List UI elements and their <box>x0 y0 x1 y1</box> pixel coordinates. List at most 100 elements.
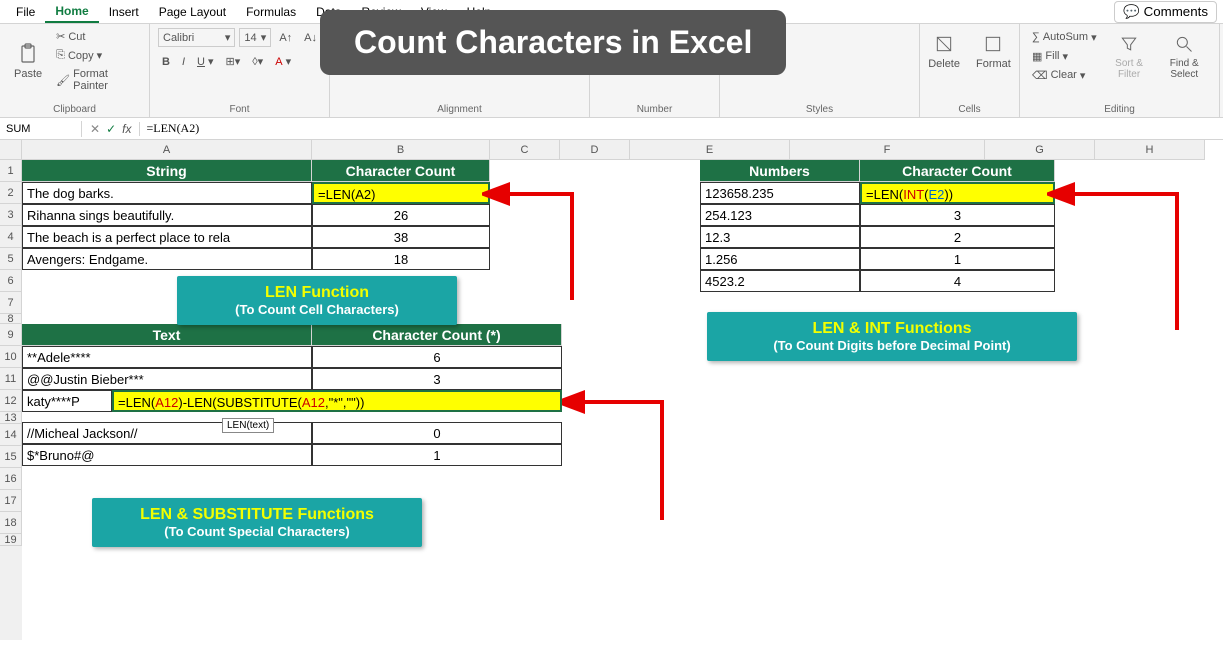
row-header-4[interactable]: 4 <box>0 226 22 248</box>
row-header-5[interactable]: 5 <box>0 248 22 270</box>
cell-B4[interactable]: 38 <box>312 226 490 248</box>
cell-A9[interactable]: Text <box>22 324 312 346</box>
row-header-14[interactable]: 14 <box>0 424 22 446</box>
callout-lensub: LEN & SUBSTITUTE Functions (To Count Spe… <box>92 498 422 547</box>
cell-A12[interactable]: katy****P <box>22 390 112 412</box>
cell-B10[interactable]: 6 <box>312 346 562 368</box>
cell-A11[interactable]: @@Justin Bieber*** <box>22 368 312 390</box>
cell-A5[interactable]: Avengers: Endgame. <box>22 248 312 270</box>
cell-A4[interactable]: The beach is a perfect place to rela <box>22 226 312 248</box>
cell-E1[interactable]: Numbers <box>700 160 860 182</box>
cell-F2[interactable]: =LEN(INT(E2)) <box>860 182 1055 204</box>
cell-F6[interactable]: 4 <box>860 270 1055 292</box>
formula-input[interactable] <box>140 119 1223 138</box>
format-button[interactable]: Format <box>970 28 1017 74</box>
cell-B12[interactable]: =LEN(A12)-LEN(SUBSTITUTE(A12,"*","")) <box>112 390 562 412</box>
copy-button[interactable]: ⎘Copy▾ <box>52 47 141 64</box>
col-header-A[interactable]: A <box>22 140 312 160</box>
cell-A1[interactable]: String <box>22 160 312 182</box>
chevron-down-icon: ▾ <box>1062 50 1068 63</box>
border-button[interactable]: ⊞▾ <box>222 53 245 70</box>
autosum-button[interactable]: ∑AutoSum▾ <box>1028 29 1101 46</box>
row-header-1[interactable]: 1 <box>0 160 22 182</box>
select-all-corner[interactable] <box>0 140 22 160</box>
copy-icon: ⎘ <box>56 49 65 62</box>
row-header-12[interactable]: 12 <box>0 390 22 412</box>
row-header-8[interactable]: 8 <box>0 314 22 324</box>
col-header-F[interactable]: F <box>790 140 985 160</box>
clear-button[interactable]: ⌫Clear▾ <box>1028 67 1101 84</box>
cell-A3[interactable]: Rihanna sings beautifully. <box>22 204 312 226</box>
cell-B1[interactable]: Character Count <box>312 160 490 182</box>
styles-group-label: Styles <box>728 102 911 115</box>
menu-page-layout[interactable]: Page Layout <box>149 2 236 22</box>
font-color-button[interactable]: A▾ <box>271 53 295 70</box>
row-header-9[interactable]: 9 <box>0 324 22 346</box>
col-header-H[interactable]: H <box>1095 140 1205 160</box>
cell-B15[interactable]: 1 <box>312 444 562 466</box>
cell-F5[interactable]: 1 <box>860 248 1055 270</box>
format-icon <box>981 32 1005 56</box>
name-box[interactable]: SUM <box>0 121 82 137</box>
cell-B3[interactable]: 26 <box>312 204 490 226</box>
row-header-15[interactable]: 15 <box>0 446 22 468</box>
col-header-C[interactable]: C <box>490 140 560 160</box>
comments-button[interactable]: 💬 Comments <box>1114 1 1217 23</box>
fill-color-button[interactable]: ◊▾ <box>248 53 267 70</box>
find-select-button[interactable]: Find & Select <box>1157 28 1211 84</box>
format-painter-button[interactable]: 🖌Format Painter <box>52 66 141 94</box>
row-header-7[interactable]: 7 <box>0 292 22 314</box>
cell-E3[interactable]: 254.123 <box>700 204 860 226</box>
cell-F4[interactable]: 2 <box>860 226 1055 248</box>
col-header-B[interactable]: B <box>312 140 490 160</box>
grid-body[interactable]: String Character Count The dog barks. =L… <box>22 160 1205 640</box>
menu-file[interactable]: File <box>6 2 45 22</box>
cell-E6[interactable]: 4523.2 <box>700 270 860 292</box>
cell-B11[interactable]: 3 <box>312 368 562 390</box>
cell-A15[interactable]: $*Bruno#@ <box>22 444 312 466</box>
fill-button[interactable]: ▦Fill▾ <box>1028 48 1101 65</box>
font-size-dropdown[interactable]: 14▾ <box>239 28 271 47</box>
paste-button[interactable]: Paste <box>8 38 48 84</box>
row-header-11[interactable]: 11 <box>0 368 22 390</box>
decrease-font-icon[interactable]: A↓ <box>300 30 321 46</box>
fx-icon[interactable]: fx <box>122 122 131 136</box>
cell-B14[interactable]: 0 <box>312 422 562 444</box>
col-header-G[interactable]: G <box>985 140 1095 160</box>
cell-E4[interactable]: 12.3 <box>700 226 860 248</box>
row-header-16[interactable]: 16 <box>0 468 22 490</box>
font-name-dropdown[interactable]: Calibri▾ <box>158 28 235 47</box>
menu-formulas[interactable]: Formulas <box>236 2 306 22</box>
row-header-6[interactable]: 6 <box>0 270 22 292</box>
sort-filter-button[interactable]: Sort & Filter <box>1105 28 1154 84</box>
cancel-icon[interactable]: ✕ <box>90 122 100 136</box>
row-header-17[interactable]: 17 <box>0 490 22 512</box>
italic-button[interactable]: I <box>178 54 189 70</box>
col-header-D[interactable]: D <box>560 140 630 160</box>
cell-B2[interactable]: =LEN(A2) <box>312 182 490 204</box>
row-header-13[interactable]: 13 <box>0 412 22 424</box>
cell-B9[interactable]: Character Count (*) <box>312 324 562 346</box>
col-header-E[interactable]: E <box>630 140 790 160</box>
row-header-18[interactable]: 18 <box>0 512 22 534</box>
menu-home[interactable]: Home <box>45 1 98 23</box>
underline-button[interactable]: U▾ <box>193 53 217 70</box>
menu-insert[interactable]: Insert <box>99 2 149 22</box>
callout-len-sub: (To Count Cell Characters) <box>191 302 443 317</box>
cell-F3[interactable]: 3 <box>860 204 1055 226</box>
cut-button[interactable]: ✂Cut <box>52 28 141 45</box>
cell-E2[interactable]: 123658.235 <box>700 182 860 204</box>
cell-F1[interactable]: Character Count <box>860 160 1055 182</box>
row-header-3[interactable]: 3 <box>0 204 22 226</box>
row-header-19[interactable]: 19 <box>0 534 22 546</box>
row-header-10[interactable]: 10 <box>0 346 22 368</box>
bold-button[interactable]: B <box>158 54 174 70</box>
cell-A10[interactable]: **Adele**** <box>22 346 312 368</box>
increase-font-icon[interactable]: A↑ <box>275 30 296 46</box>
cell-E5[interactable]: 1.256 <box>700 248 860 270</box>
cell-A2[interactable]: The dog barks. <box>22 182 312 204</box>
delete-button[interactable]: Delete <box>922 28 966 74</box>
enter-icon[interactable]: ✓ <box>106 122 116 136</box>
cell-B5[interactable]: 18 <box>312 248 490 270</box>
row-header-2[interactable]: 2 <box>0 182 22 204</box>
